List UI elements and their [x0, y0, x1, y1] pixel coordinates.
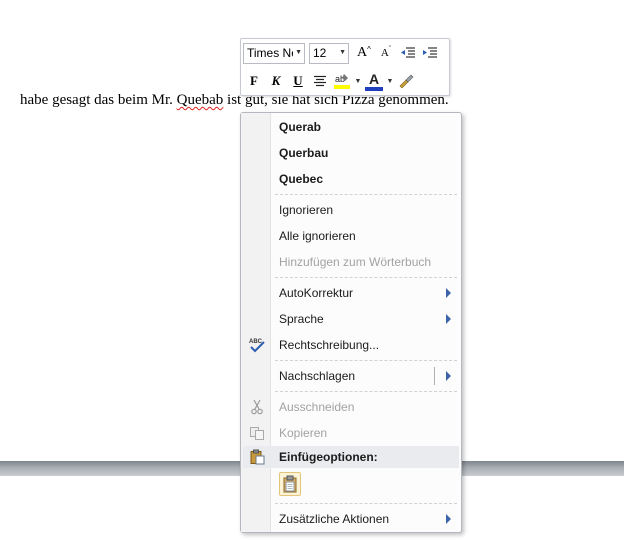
add-to-dictionary-label: Hinzufügen zum Wörterbuch: [279, 255, 432, 269]
font-color-swatch: [365, 87, 383, 91]
decrease-indent-button[interactable]: [397, 42, 419, 64]
bold-button[interactable]: F: [243, 70, 265, 92]
lookup-label: Nachschlagen: [279, 369, 356, 383]
suggestion-item[interactable]: Quebec: [243, 167, 459, 191]
paste-keep-formatting-button[interactable]: [279, 472, 301, 496]
misspelled-word[interactable]: Quebab: [177, 92, 224, 108]
ignore-all-label: Alle ignorieren: [279, 229, 356, 243]
menu-separator: [275, 391, 457, 392]
suggestion-label: Querbau: [279, 146, 329, 160]
chevron-down-icon: ▼: [354, 77, 362, 85]
grow-font-label: A: [357, 45, 368, 60]
paste-options-header: Einfügeoptionen:: [243, 446, 459, 468]
paste-icon: [283, 475, 297, 493]
font-size-combo[interactable]: 12 ▼: [309, 42, 349, 64]
menu-separator: [275, 277, 457, 278]
spelling-item[interactable]: ABC Rechtschreibung...: [243, 333, 459, 357]
copy-item[interactable]: Kopieren: [243, 421, 459, 445]
split-divider: [434, 367, 435, 385]
submenu-arrow-icon: [446, 288, 451, 298]
increase-indent-button[interactable]: [419, 42, 441, 64]
ignore-item[interactable]: Ignorieren: [243, 198, 459, 222]
font-size-value: 12: [313, 46, 327, 60]
additional-actions-label: Zusätzliche Aktionen: [279, 512, 390, 526]
spelling-label: Rechtschreibung...: [279, 338, 380, 352]
clipboard-icon: [247, 447, 267, 467]
shrink-font-icon: ˇ: [388, 45, 392, 53]
suggestion-item[interactable]: Querbau: [243, 141, 459, 165]
font-name-combo[interactable]: Times Ne ▼: [243, 42, 305, 64]
add-to-dictionary-item[interactable]: Hinzufügen zum Wörterbuch: [243, 250, 459, 274]
mini-toolbar-row-1: Times Ne ▼ 12 ▼ A ^ Aˇ: [243, 41, 441, 65]
menu-separator: [275, 194, 457, 195]
grow-font-icon: ^: [367, 44, 371, 54]
highlight-button[interactable]: ab: [331, 70, 353, 92]
align-center-icon: [314, 75, 326, 87]
menu-separator: [275, 503, 457, 504]
grow-font-button[interactable]: A ^: [353, 42, 375, 64]
shrink-font-label: A: [380, 47, 389, 59]
highlight-dropdown[interactable]: ▼: [353, 70, 363, 92]
menu-separator: [275, 360, 457, 361]
mini-toolbar: Times Ne ▼ 12 ▼ A ^ Aˇ F K U ab ▼ A ▼: [240, 38, 450, 96]
format-painter-button[interactable]: [395, 70, 417, 92]
copy-icon: [247, 423, 267, 443]
suggestion-label: Quebec: [279, 172, 324, 186]
chevron-down-icon: ▼: [386, 77, 394, 85]
format-painter-icon: [399, 74, 414, 89]
cut-label: Ausschneiden: [279, 400, 355, 414]
autocorrect-label: AutoKorrektur: [279, 286, 354, 300]
submenu-arrow-icon: [446, 314, 451, 324]
language-label: Sprache: [279, 312, 324, 326]
highlighter-icon: ab: [334, 74, 350, 89]
italic-button[interactable]: K: [265, 70, 287, 92]
submenu-arrow-icon: [446, 371, 451, 381]
language-item[interactable]: Sprache: [243, 307, 459, 331]
underline-button[interactable]: U: [287, 70, 309, 92]
font-name-value: Times Ne: [247, 46, 293, 60]
center-align-button[interactable]: [309, 70, 331, 92]
copy-label: Kopieren: [279, 426, 328, 440]
additional-actions-item[interactable]: Zusätzliche Aktionen: [243, 507, 459, 531]
increase-indent-icon: [423, 47, 437, 58]
suggestion-item[interactable]: Querab: [243, 115, 459, 139]
cut-item[interactable]: Ausschneiden: [243, 395, 459, 419]
context-menu: Querab Querbau Quebec Ignorieren Alle ig…: [240, 112, 462, 533]
mini-toolbar-row-2: F K U ab ▼ A ▼: [243, 69, 417, 93]
chevron-down-icon: ▼: [295, 48, 302, 56]
shrink-font-button[interactable]: Aˇ: [375, 42, 397, 64]
spell-check-icon: ABC: [247, 335, 267, 355]
scissors-icon: [247, 397, 267, 417]
chevron-down-icon: ▼: [339, 48, 346, 56]
submenu-arrow-icon: [446, 514, 451, 524]
suggestion-label: Querab: [279, 120, 322, 134]
paste-options-label: Einfügeoptionen:: [279, 450, 378, 464]
decrease-indent-icon: [401, 47, 415, 58]
font-color-dropdown[interactable]: ▼: [385, 70, 395, 92]
autocorrect-item[interactable]: AutoKorrektur: [243, 281, 459, 305]
text-before: habe gesagt das beim Mr.: [20, 92, 177, 108]
ignore-all-item[interactable]: Alle ignorieren: [243, 224, 459, 248]
ignore-label: Ignorieren: [279, 203, 334, 217]
lookup-item[interactable]: Nachschlagen: [243, 364, 459, 388]
font-color-button[interactable]: A: [363, 70, 385, 92]
font-color-label: A: [368, 71, 380, 87]
